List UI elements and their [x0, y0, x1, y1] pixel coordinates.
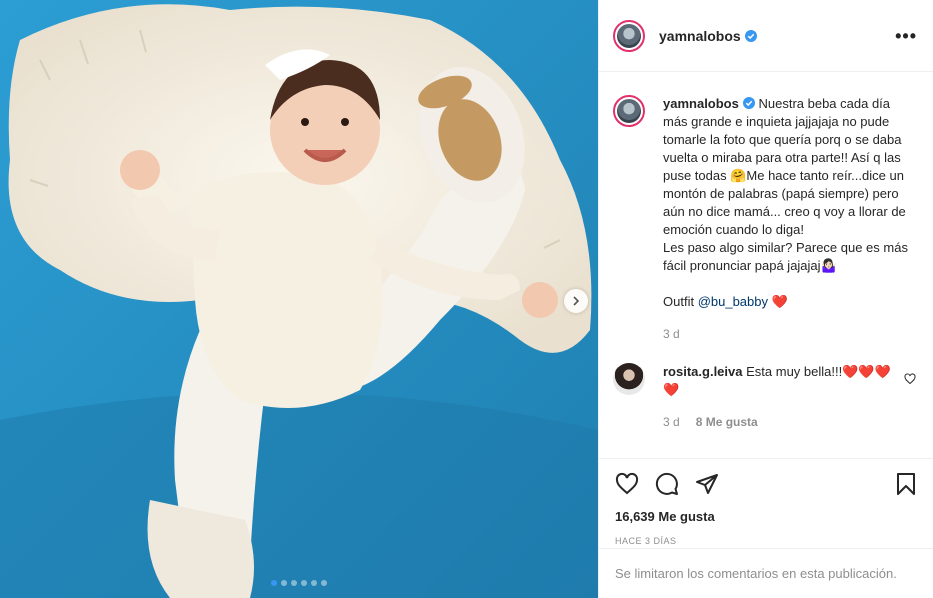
- caption-username[interactable]: yamnalobos: [663, 96, 755, 111]
- carousel-dots: [0, 580, 598, 586]
- heart-icon[interactable]: [615, 472, 639, 496]
- caption-mention-link[interactable]: @bu_babby: [698, 294, 768, 309]
- carousel-dot[interactable]: [321, 580, 327, 586]
- comments-limited-notice: Se limitaron los comentarios en esta pub…: [599, 548, 933, 598]
- post-timestamp[interactable]: HACE 3 DÍAS: [615, 536, 918, 546]
- caption-heart-emoji: ❤️: [771, 294, 788, 309]
- caption-time[interactable]: 3 d: [663, 325, 680, 343]
- more-options-button[interactable]: •••: [895, 27, 917, 45]
- post-actions: 16,639 Me gusta HACE 3 DÍAS: [599, 458, 933, 546]
- comment-icon[interactable]: [655, 472, 679, 496]
- comment-like-heart-icon[interactable]: [904, 373, 916, 385]
- carousel-dot[interactable]: [271, 580, 277, 586]
- instagram-post: yamnalobos ••• yamnalobos Nuestra beba c…: [0, 0, 933, 598]
- comment-username[interactable]: rosita.g.leiva: [663, 364, 742, 379]
- carousel-dot[interactable]: [281, 580, 287, 586]
- carousel-dot[interactable]: [291, 580, 297, 586]
- verified-badge-icon: [744, 29, 757, 42]
- caption-avatar[interactable]: [613, 95, 645, 127]
- share-icon[interactable]: [695, 472, 719, 496]
- carousel-dot[interactable]: [311, 580, 317, 586]
- carousel-next-button[interactable]: [564, 289, 588, 313]
- comment-likes[interactable]: 8 Me gusta: [696, 413, 758, 431]
- commenter-avatar[interactable]: [613, 363, 645, 395]
- caption: yamnalobos Nuestra beba cada día más gra…: [613, 95, 918, 343]
- chevron-right-icon: [573, 296, 580, 306]
- verified-badge-icon: [742, 97, 755, 109]
- caption-text: Nuestra beba cada día más grande e inqui…: [663, 96, 908, 309]
- likes-count[interactable]: 16,639 Me gusta: [615, 509, 918, 524]
- baby-photo-illustration: [0, 0, 598, 598]
- post-header: yamnalobos •••: [599, 0, 933, 72]
- carousel-dot[interactable]: [301, 580, 307, 586]
- comments-section: yamnalobos Nuestra beba cada día más gra…: [599, 73, 933, 458]
- header-username[interactable]: yamnalobos: [659, 28, 757, 44]
- bookmark-icon[interactable]: [894, 472, 918, 496]
- profile-avatar[interactable]: [613, 19, 645, 52]
- comment-item: rosita.g.leiva Esta muy bella!!!❤️❤️❤️❤️…: [613, 363, 918, 431]
- comment-time[interactable]: 3 d: [663, 413, 680, 431]
- post-side-panel: yamnalobos ••• yamnalobos Nuestra beba c…: [598, 0, 933, 598]
- post-photo[interactable]: [0, 0, 598, 598]
